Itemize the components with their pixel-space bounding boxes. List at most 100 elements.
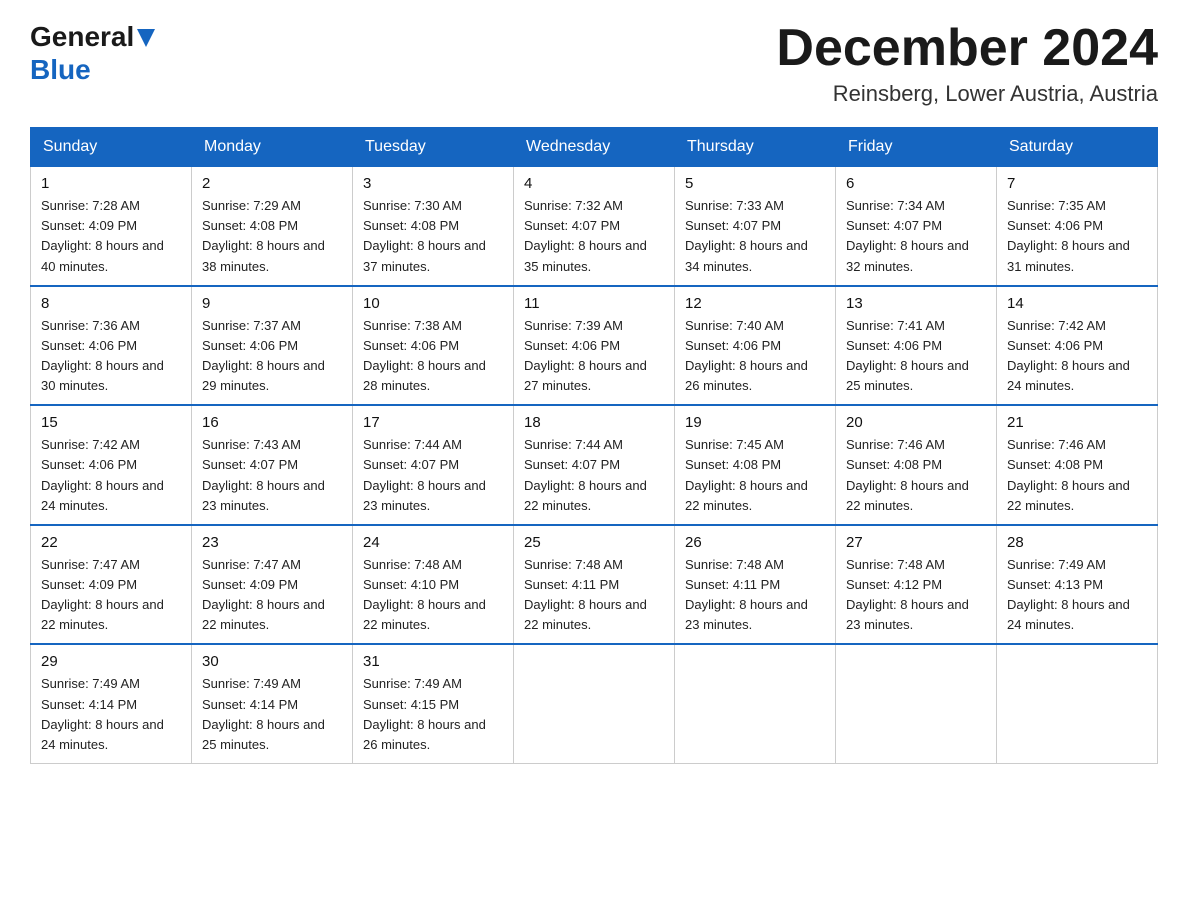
day-info: Sunrise: 7:29 AMSunset: 4:08 PMDaylight:… (202, 196, 342, 277)
table-row: 11 Sunrise: 7:39 AMSunset: 4:06 PMDaylig… (514, 286, 675, 406)
table-row: 19 Sunrise: 7:45 AMSunset: 4:08 PMDaylig… (675, 405, 836, 525)
table-row: 12 Sunrise: 7:40 AMSunset: 4:06 PMDaylig… (675, 286, 836, 406)
day-number: 20 (846, 414, 986, 431)
table-row: 28 Sunrise: 7:49 AMSunset: 4:13 PMDaylig… (997, 525, 1158, 645)
day-number: 18 (524, 414, 664, 431)
table-row: 4 Sunrise: 7:32 AMSunset: 4:07 PMDayligh… (514, 167, 675, 286)
day-info: Sunrise: 7:32 AMSunset: 4:07 PMDaylight:… (524, 196, 664, 277)
table-row (514, 644, 675, 763)
day-number: 26 (685, 534, 825, 551)
table-row: 30 Sunrise: 7:49 AMSunset: 4:14 PMDaylig… (192, 644, 353, 763)
col-sunday: Sunday (31, 128, 192, 167)
day-info: Sunrise: 7:33 AMSunset: 4:07 PMDaylight:… (685, 196, 825, 277)
day-info: Sunrise: 7:35 AMSunset: 4:06 PMDaylight:… (1007, 196, 1147, 277)
day-number: 30 (202, 653, 342, 670)
day-info: Sunrise: 7:48 AMSunset: 4:11 PMDaylight:… (524, 555, 664, 636)
table-row: 2 Sunrise: 7:29 AMSunset: 4:08 PMDayligh… (192, 167, 353, 286)
day-number: 27 (846, 534, 986, 551)
table-row: 15 Sunrise: 7:42 AMSunset: 4:06 PMDaylig… (31, 405, 192, 525)
table-row: 25 Sunrise: 7:48 AMSunset: 4:11 PMDaylig… (514, 525, 675, 645)
logo-arrow-icon (137, 29, 155, 47)
table-row: 29 Sunrise: 7:49 AMSunset: 4:14 PMDaylig… (31, 644, 192, 763)
day-number: 25 (524, 534, 664, 551)
col-wednesday: Wednesday (514, 128, 675, 167)
location-label: Reinsberg, Lower Austria, Austria (776, 81, 1158, 107)
table-row (997, 644, 1158, 763)
day-info: Sunrise: 7:38 AMSunset: 4:06 PMDaylight:… (363, 316, 503, 397)
table-row: 20 Sunrise: 7:46 AMSunset: 4:08 PMDaylig… (836, 405, 997, 525)
day-number: 5 (685, 175, 825, 192)
day-number: 2 (202, 175, 342, 192)
table-row: 22 Sunrise: 7:47 AMSunset: 4:09 PMDaylig… (31, 525, 192, 645)
table-row (836, 644, 997, 763)
day-info: Sunrise: 7:42 AMSunset: 4:06 PMDaylight:… (41, 435, 181, 516)
day-number: 1 (41, 175, 181, 192)
day-number: 17 (363, 414, 503, 431)
table-row: 3 Sunrise: 7:30 AMSunset: 4:08 PMDayligh… (353, 167, 514, 286)
logo-blue-label: Blue (30, 54, 91, 86)
table-row: 16 Sunrise: 7:43 AMSunset: 4:07 PMDaylig… (192, 405, 353, 525)
col-monday: Monday (192, 128, 353, 167)
logo-general-text: General (30, 20, 155, 54)
day-info: Sunrise: 7:37 AMSunset: 4:06 PMDaylight:… (202, 316, 342, 397)
calendar-week-5: 29 Sunrise: 7:49 AMSunset: 4:14 PMDaylig… (31, 644, 1158, 763)
table-row: 21 Sunrise: 7:46 AMSunset: 4:08 PMDaylig… (997, 405, 1158, 525)
day-info: Sunrise: 7:44 AMSunset: 4:07 PMDaylight:… (363, 435, 503, 516)
page-header: General Blue December 2024 Reinsberg, Lo… (30, 20, 1158, 107)
month-title: December 2024 (776, 20, 1158, 77)
day-info: Sunrise: 7:42 AMSunset: 4:06 PMDaylight:… (1007, 316, 1147, 397)
calendar-week-2: 8 Sunrise: 7:36 AMSunset: 4:06 PMDayligh… (31, 286, 1158, 406)
table-row: 13 Sunrise: 7:41 AMSunset: 4:06 PMDaylig… (836, 286, 997, 406)
table-row: 1 Sunrise: 7:28 AMSunset: 4:09 PMDayligh… (31, 167, 192, 286)
day-info: Sunrise: 7:49 AMSunset: 4:13 PMDaylight:… (1007, 555, 1147, 636)
table-row: 14 Sunrise: 7:42 AMSunset: 4:06 PMDaylig… (997, 286, 1158, 406)
table-row: 17 Sunrise: 7:44 AMSunset: 4:07 PMDaylig… (353, 405, 514, 525)
day-info: Sunrise: 7:47 AMSunset: 4:09 PMDaylight:… (41, 555, 181, 636)
day-info: Sunrise: 7:41 AMSunset: 4:06 PMDaylight:… (846, 316, 986, 397)
day-number: 15 (41, 414, 181, 431)
day-info: Sunrise: 7:48 AMSunset: 4:10 PMDaylight:… (363, 555, 503, 636)
day-info: Sunrise: 7:43 AMSunset: 4:07 PMDaylight:… (202, 435, 342, 516)
day-number: 13 (846, 295, 986, 312)
day-info: Sunrise: 7:47 AMSunset: 4:09 PMDaylight:… (202, 555, 342, 636)
logo-blue-line: Blue (30, 54, 91, 86)
day-info: Sunrise: 7:49 AMSunset: 4:15 PMDaylight:… (363, 674, 503, 755)
table-row (675, 644, 836, 763)
day-info: Sunrise: 7:39 AMSunset: 4:06 PMDaylight:… (524, 316, 664, 397)
header-row: Sunday Monday Tuesday Wednesday Thursday… (31, 128, 1158, 167)
table-row: 23 Sunrise: 7:47 AMSunset: 4:09 PMDaylig… (192, 525, 353, 645)
col-friday: Friday (836, 128, 997, 167)
table-row: 18 Sunrise: 7:44 AMSunset: 4:07 PMDaylig… (514, 405, 675, 525)
table-row: 31 Sunrise: 7:49 AMSunset: 4:15 PMDaylig… (353, 644, 514, 763)
day-number: 19 (685, 414, 825, 431)
day-number: 22 (41, 534, 181, 551)
calendar-week-3: 15 Sunrise: 7:42 AMSunset: 4:06 PMDaylig… (31, 405, 1158, 525)
table-row: 9 Sunrise: 7:37 AMSunset: 4:06 PMDayligh… (192, 286, 353, 406)
day-info: Sunrise: 7:40 AMSunset: 4:06 PMDaylight:… (685, 316, 825, 397)
logo-general-label: General (30, 21, 134, 53)
day-info: Sunrise: 7:49 AMSunset: 4:14 PMDaylight:… (41, 674, 181, 755)
table-row: 26 Sunrise: 7:48 AMSunset: 4:11 PMDaylig… (675, 525, 836, 645)
day-info: Sunrise: 7:46 AMSunset: 4:08 PMDaylight:… (1007, 435, 1147, 516)
day-info: Sunrise: 7:46 AMSunset: 4:08 PMDaylight:… (846, 435, 986, 516)
table-row: 6 Sunrise: 7:34 AMSunset: 4:07 PMDayligh… (836, 167, 997, 286)
col-tuesday: Tuesday (353, 128, 514, 167)
day-number: 14 (1007, 295, 1147, 312)
day-number: 6 (846, 175, 986, 192)
day-info: Sunrise: 7:48 AMSunset: 4:11 PMDaylight:… (685, 555, 825, 636)
day-number: 7 (1007, 175, 1147, 192)
table-row: 10 Sunrise: 7:38 AMSunset: 4:06 PMDaylig… (353, 286, 514, 406)
calendar-table: Sunday Monday Tuesday Wednesday Thursday… (30, 127, 1158, 764)
day-info: Sunrise: 7:30 AMSunset: 4:08 PMDaylight:… (363, 196, 503, 277)
day-number: 4 (524, 175, 664, 192)
day-info: Sunrise: 7:34 AMSunset: 4:07 PMDaylight:… (846, 196, 986, 277)
day-number: 8 (41, 295, 181, 312)
day-number: 10 (363, 295, 503, 312)
day-info: Sunrise: 7:49 AMSunset: 4:14 PMDaylight:… (202, 674, 342, 755)
logo: General Blue (30, 20, 155, 86)
day-info: Sunrise: 7:36 AMSunset: 4:06 PMDaylight:… (41, 316, 181, 397)
table-row: 7 Sunrise: 7:35 AMSunset: 4:06 PMDayligh… (997, 167, 1158, 286)
day-number: 21 (1007, 414, 1147, 431)
day-number: 12 (685, 295, 825, 312)
title-section: December 2024 Reinsberg, Lower Austria, … (776, 20, 1158, 107)
